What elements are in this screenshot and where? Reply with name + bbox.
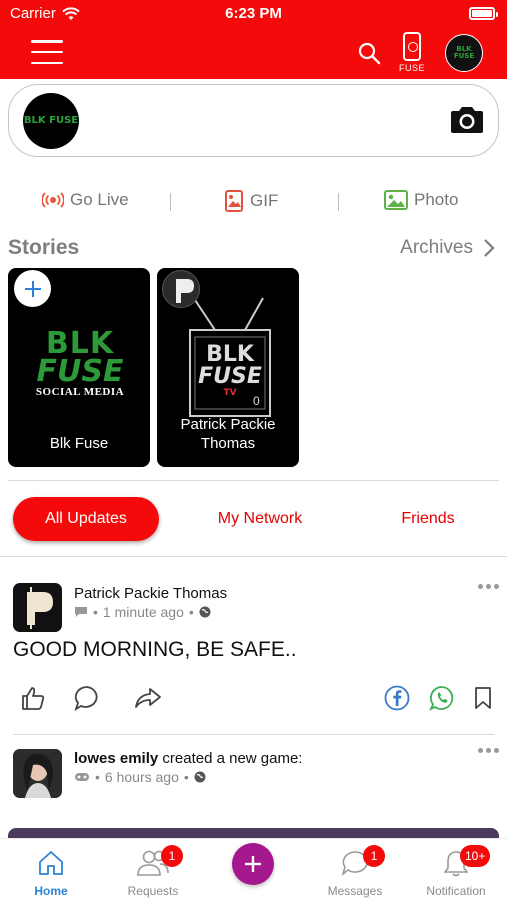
tv-line-1: BLK: [206, 342, 254, 367]
story-name: Blk Fuse: [49, 435, 109, 452]
post-time: 6 hours ago: [104, 769, 179, 785]
post-composer[interactable]: BLK FUSE: [8, 84, 499, 157]
composer-avatar-logo: BLK FUSE: [23, 115, 79, 126]
fuse-label: FUSE: [398, 63, 425, 73]
broadcast-icon: [42, 192, 64, 208]
go-live-label: Go Live: [70, 190, 129, 209]
photo-button[interactable]: Photo: [384, 190, 458, 210]
more-options-icon[interactable]: [478, 748, 499, 753]
nav-notification-label: Notification: [426, 884, 486, 898]
bookmark-icon[interactable]: [474, 686, 492, 710]
gif-label: GIF: [250, 191, 279, 210]
feed-tabs: All Updates My Network Friends: [0, 497, 507, 543]
more-options-icon[interactable]: [478, 584, 499, 589]
quick-actions: Go Live GIF Photo: [0, 190, 507, 218]
tab-my-network[interactable]: My Network: [192, 497, 328, 541]
go-live-button[interactable]: Go Live: [42, 190, 129, 210]
tv-mark: 0: [253, 394, 260, 408]
action-divider: [170, 193, 171, 211]
plus-icon: [245, 856, 261, 872]
user-photo-icon: [13, 749, 62, 798]
story-name-line-1: Patrick Packie: [180, 416, 276, 433]
meta-dot: •: [95, 769, 100, 785]
post-meta: • 1 minute ago •: [74, 604, 211, 620]
story-name-line-2: Thomas: [200, 435, 256, 452]
nav-home-label: Home: [34, 884, 68, 898]
post-divider: [13, 734, 494, 735]
fuse-phone-icon: [403, 32, 421, 61]
post-author[interactable]: lowes emily: [74, 750, 158, 767]
archives-label: Archives: [400, 237, 473, 258]
chevron-right-icon: [484, 239, 495, 257]
notification-badge: 10+: [460, 845, 491, 867]
facebook-share-icon[interactable]: [384, 685, 410, 711]
p-logo-icon: [27, 587, 53, 629]
gif-image-icon: [225, 190, 243, 212]
tabs-divider: [0, 556, 507, 557]
create-post-button[interactable]: [232, 843, 274, 885]
menu-icon[interactable]: [31, 40, 63, 64]
meta-dot: •: [93, 604, 98, 620]
status-time: 6:23 PM: [225, 5, 282, 22]
action-divider: [338, 193, 339, 211]
share-icon[interactable]: [134, 686, 162, 710]
post-action: created a new game:: [162, 750, 303, 767]
status-bar: Carrier 6:23 PM: [0, 0, 507, 28]
battery-icon: [469, 7, 498, 20]
nav-home[interactable]: Home: [6, 839, 96, 900]
game-controller-icon: [75, 773, 89, 781]
logo-line-2: FUSE: [36, 354, 124, 389]
tv-line-2: FUSE: [198, 364, 262, 389]
photo-label: Photo: [414, 190, 459, 209]
fuse-button[interactable]: FUSE: [395, 32, 429, 76]
nav-messages[interactable]: 1 Messages: [310, 839, 400, 900]
stories-title: Stories: [8, 236, 80, 259]
messages-badge: 1: [363, 845, 385, 867]
home-icon: [39, 851, 63, 875]
add-story-button[interactable]: [14, 270, 51, 307]
archives-link[interactable]: Archives: [400, 237, 495, 259]
post-avatar[interactable]: [13, 749, 62, 798]
section-divider: [8, 480, 499, 481]
plus-icon: [24, 280, 41, 297]
search-icon[interactable]: [357, 41, 381, 65]
like-icon[interactable]: [20, 685, 46, 711]
globe-icon: [199, 606, 211, 618]
camera-icon[interactable]: [448, 105, 486, 135]
blk-fuse-logo: BLK FUSE SOCIAL MEDIA: [24, 329, 136, 399]
post-author[interactable]: Patrick Packie Thomas: [74, 585, 227, 602]
post-meta: • 6 hours ago •: [74, 769, 206, 785]
nav-messages-label: Messages: [327, 884, 383, 898]
post-avatar[interactable]: [13, 583, 62, 632]
photo-icon: [384, 190, 408, 210]
meta-dot: •: [188, 604, 194, 620]
nav-requests-label: Requests: [127, 884, 179, 898]
composer-avatar: BLK FUSE: [23, 93, 79, 149]
post-headline: lowes emily created a new game:: [74, 750, 302, 767]
requests-badge: 1: [161, 845, 183, 867]
nav-notification[interactable]: 10+ Notification: [411, 839, 501, 900]
post-body: GOOD MORNING, BE SAFE..: [13, 638, 297, 661]
tab-friends[interactable]: Friends: [372, 497, 484, 541]
gif-button[interactable]: GIF: [224, 190, 278, 212]
tab-all-updates[interactable]: All Updates: [13, 497, 159, 541]
post-time: 1 minute ago: [102, 604, 184, 620]
story-name: Patrick Packie Thomas: [157, 415, 299, 453]
globe-icon: [194, 771, 206, 783]
nav-requests[interactable]: 1 Requests: [108, 839, 198, 900]
app-header: Carrier 6:23 PM FUSE BLK FUSE: [0, 0, 507, 79]
meta-dot: •: [183, 769, 189, 785]
comment-bubble-icon: [75, 607, 87, 617]
tv-logo-text: BLK FUSE TV: [195, 342, 265, 399]
profile-avatar[interactable]: BLK FUSE: [445, 34, 483, 72]
p-logo-icon: [176, 279, 194, 303]
comment-icon[interactable]: [74, 685, 100, 711]
avatar-logo-text: BLK FUSE: [453, 45, 475, 60]
story-author-avatar: [162, 270, 200, 308]
logo-line-3: SOCIAL MEDIA: [35, 386, 125, 398]
whatsapp-share-icon[interactable]: [429, 685, 455, 711]
